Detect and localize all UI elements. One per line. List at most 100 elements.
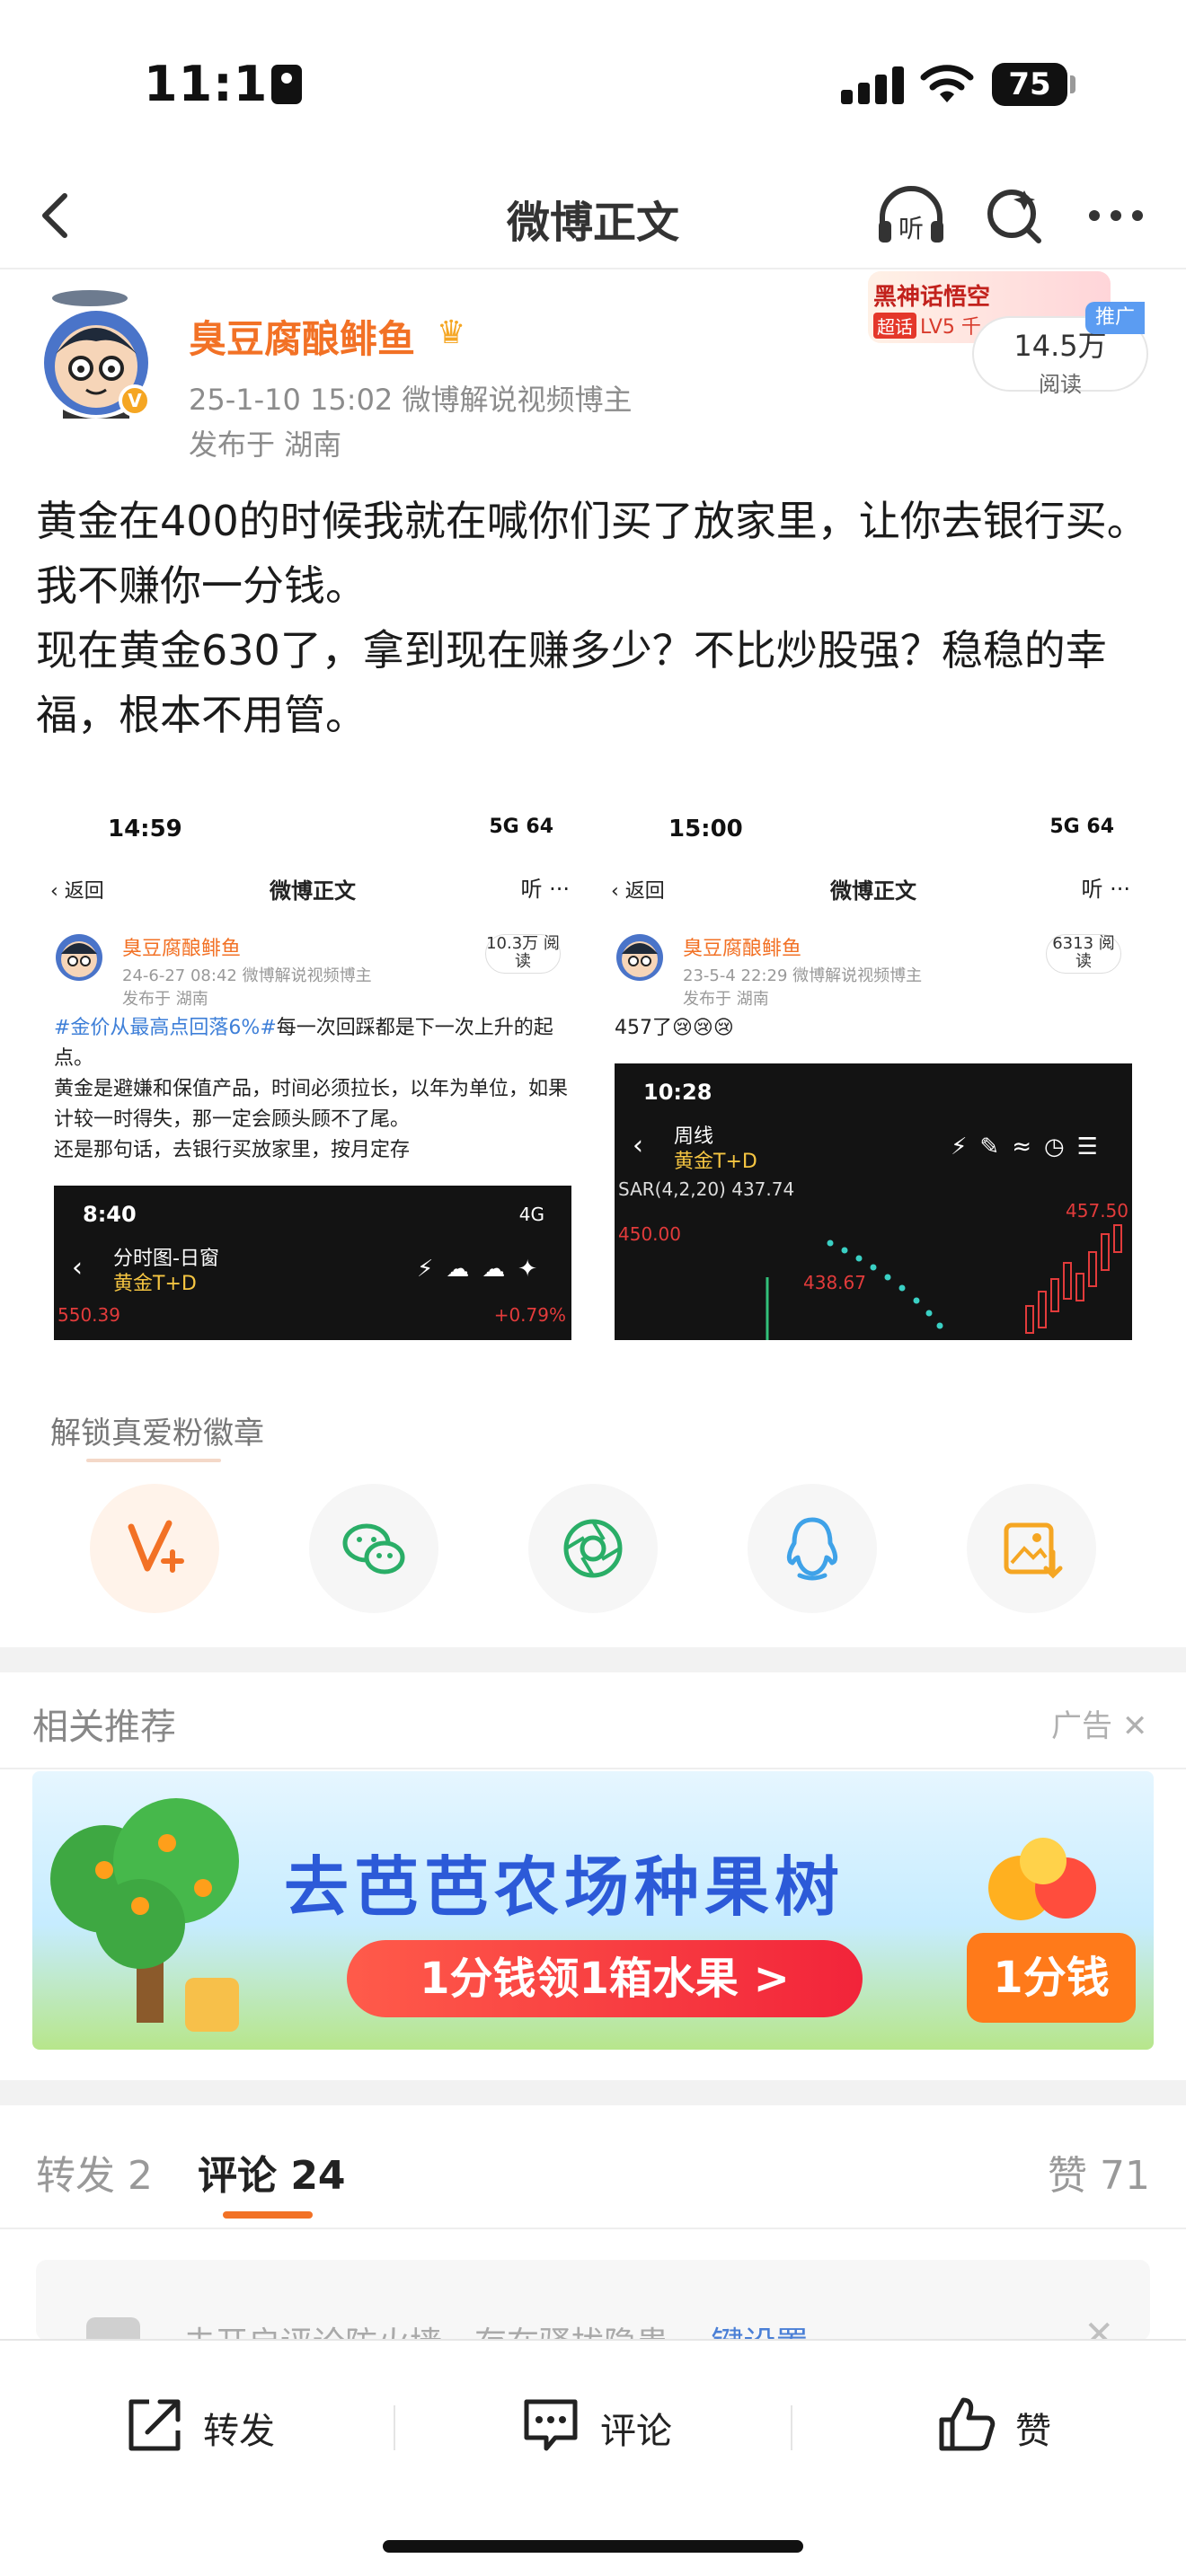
wifi-icon	[920, 65, 974, 102]
comment-label: 评论	[600, 2411, 672, 2452]
inner-title: 周线 黄金T+D	[674, 1125, 757, 1175]
inner-title: 分时图-日窗 黄金T+D	[113, 1247, 219, 1297]
bar-divider	[394, 2405, 395, 2450]
embedded-author: 臭豆腐酿鲱鱼	[683, 938, 802, 960]
post-image-1[interactable]: 14:59 5G 64 ‹ 返回 微博正文 听 ··· 臭豆腐酿鲱鱼 24-6-…	[36, 790, 589, 1340]
close-icon: ✕	[1121, 1708, 1148, 1744]
vplus-icon	[128, 1520, 184, 1573]
embedded-chart-app: 8:40 4G ‹ 分时图-日窗 黄金T+D ⚡☁☁✦ 550.39 +0.79%	[54, 1186, 571, 1340]
share-wechat-button[interactable]	[309, 1484, 438, 1613]
embedded-meta: 24-6-27 08:42 微博解说视频博主	[122, 966, 372, 985]
unlock-fan-badge-label[interactable]: 解锁真爱粉徽章	[50, 1408, 264, 1452]
listen-label: 听	[898, 214, 924, 243]
inner-toolbar-icons: ⚡☁☁✦	[416, 1256, 550, 1283]
embedded-nav-icons: 听 ···	[1081, 877, 1130, 902]
notice-text: 未开启评论防火墙，存在骚扰隐患 一键设置	[183, 2317, 808, 2341]
comment-firewall-notice: 未开启评论防火墙，存在骚扰隐患 一键设置 ✕	[36, 2260, 1150, 2341]
inner-title-text: 周线	[674, 1125, 714, 1148]
promo-level-text: LV5 千	[920, 316, 981, 339]
qq-penguin-icon	[786, 1517, 838, 1581]
banner-cta-button[interactable]: 1分钱领1箱水果 >	[347, 1940, 863, 2017]
inner-back-icon: ‹	[72, 1252, 83, 1284]
inner-title-text: 分时图-日窗	[113, 1248, 219, 1270]
author-name[interactable]: 臭豆腐酿鲱鱼	[189, 309, 415, 364]
embedded-title: 微博正文	[830, 878, 916, 904]
inner-time: 8:40	[83, 1202, 137, 1227]
post-image-2[interactable]: 15:00 5G 64 ‹ 返回 微博正文 听 ··· 臭豆腐酿鲱鱼 23-5-…	[597, 790, 1150, 1340]
inner-price-right: +0.79%	[493, 1304, 566, 1326]
embedded-title: 微博正文	[270, 878, 356, 904]
crown-icon: ♛	[437, 314, 466, 351]
embedded-chart-app: 10:28 ‹ 周线 黄金T+D ⚡✎≈◷☰ SAR(4,2,20) 437.74…	[615, 1063, 1132, 1340]
nav-bar: 微博正文 听	[0, 162, 1186, 269]
inner-sar: SAR(4,2,20) 437.74	[618, 1178, 795, 1200]
embedded-hashtag: #金价从最高点回落6%#	[54, 1017, 277, 1039]
inner-price-b: 438.67	[803, 1272, 866, 1293]
fruit-basket-illustration	[988, 1838, 1096, 1920]
inner-subtitle: 黄金T+D	[113, 1273, 197, 1295]
bar-divider	[791, 2405, 792, 2450]
tab-reposts[interactable]: 转发 2	[36, 2143, 153, 2201]
thumbs-up-icon	[939, 2397, 996, 2451]
ad-close[interactable]: 广告 ✕	[1051, 1701, 1147, 1745]
active-tab-indicator	[223, 2211, 313, 2219]
unlock-underline	[86, 1459, 221, 1462]
moments-aperture-icon	[563, 1519, 623, 1578]
inner-price-c: 457.50	[1066, 1200, 1128, 1222]
fruit-tree-illustration	[50, 1798, 239, 2032]
like-label: 赞	[1015, 2411, 1051, 2452]
search-icon[interactable]	[983, 183, 1048, 248]
ad-banner[interactable]: 去芭芭农场种果树 1分钱领1箱水果 > 1分钱	[32, 1771, 1154, 2050]
embedded-status: 5G 64	[1049, 816, 1114, 838]
headphones-listen-icon[interactable]: 听	[873, 181, 949, 250]
embedded-time: 15:00	[668, 816, 743, 842]
embedded-avatar	[56, 934, 102, 981]
post-location: 发布于 湖南	[189, 428, 342, 462]
like-button[interactable]: 赞	[934, 2393, 1087, 2456]
home-indicator	[383, 2540, 803, 2553]
embedded-meta: 23-5-4 22:29 微博解说视频博主	[683, 966, 923, 985]
comment-button[interactable]: 评论	[519, 2393, 699, 2456]
save-image-button[interactable]	[967, 1484, 1096, 1613]
section-separator	[0, 2080, 1186, 2105]
inner-price-left: 550.39	[58, 1304, 120, 1326]
orientation-lock-icon	[271, 65, 302, 104]
inner-time: 10:28	[643, 1080, 712, 1105]
inner-price-a: 450.00	[618, 1223, 681, 1245]
promo-tag: 超话	[873, 313, 916, 339]
related-divider	[0, 1768, 1186, 1769]
embedded-reads: 6313 阅读	[1046, 934, 1121, 974]
status-bar: 11:11 75	[0, 0, 1186, 162]
repost-icon	[128, 2399, 181, 2451]
related-title: 相关推荐	[32, 1707, 176, 1748]
cellular-signal-icon	[841, 65, 906, 104]
promo-ad-tag: 推广	[1085, 302, 1145, 334]
candlestick-chart	[766, 1224, 1122, 1340]
embedded-status: 5G 64	[489, 816, 553, 838]
read-unit: 阅读	[1039, 372, 1082, 397]
more-options-icon[interactable]	[1084, 183, 1148, 248]
comment-icon	[524, 2399, 578, 2451]
wechat-icon	[342, 1523, 405, 1575]
post-meta: 25-1-10 15:02 微博解说视频博主	[189, 383, 633, 417]
tab-comments[interactable]: 评论 24	[198, 2143, 346, 2201]
embedded-time: 14:59	[108, 816, 182, 842]
section-separator	[0, 1647, 1186, 1672]
inner-status: 4G	[518, 1204, 544, 1225]
save-image-icon	[1004, 1522, 1063, 1579]
embedded-body: 457了😢😢😢	[615, 1017, 734, 1039]
fan-badge-button[interactable]	[90, 1484, 219, 1613]
battery-tip	[1070, 75, 1075, 93]
inner-toolbar-icons: ⚡✎≈◷☰	[951, 1134, 1111, 1160]
repost-button[interactable]: 转发	[122, 2393, 302, 2456]
shield-icon	[86, 2317, 140, 2341]
share-moments-button[interactable]	[528, 1484, 658, 1613]
notice-close-icon[interactable]: ✕	[1084, 2314, 1114, 2341]
embedded-avatar	[616, 934, 663, 981]
banner-price-tag: 1分钱	[967, 1933, 1136, 2023]
share-qq-button[interactable]	[748, 1484, 877, 1613]
tab-likes[interactable]: 赞 71	[1048, 2143, 1150, 2201]
battery-indicator: 75	[992, 63, 1067, 106]
verified-badge: V	[119, 384, 151, 417]
promo-title: 黑神话悟空	[873, 284, 991, 311]
